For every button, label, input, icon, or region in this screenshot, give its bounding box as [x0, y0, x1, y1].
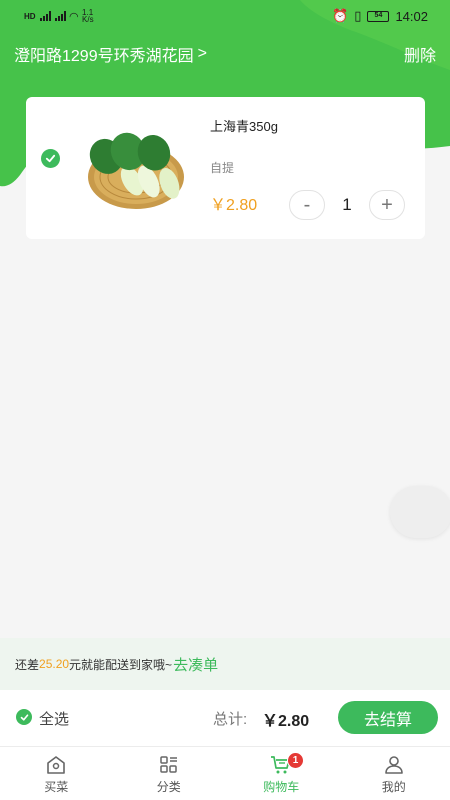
address-text: 澄阳路1299号环秀湖花园 [14, 48, 194, 65]
delete-button[interactable]: 删除 [404, 42, 436, 66]
item-checkbox[interactable] [41, 149, 60, 168]
select-all-checkbox[interactable] [16, 709, 32, 725]
add-more-link[interactable]: 去凑单 [173, 654, 218, 675]
promo-suffix: 元就能配送到家哦~ [69, 657, 173, 672]
promo-prefix: 还差 [15, 657, 40, 672]
network-indicators: HD ◠ 1.1 K/s [24, 8, 94, 24]
tab-label: 分类 [156, 780, 181, 794]
increase-quantity-button[interactable]: + [369, 190, 405, 220]
chevron-right-icon: > [197, 45, 207, 62]
product-name[interactable]: 上海青350g [210, 116, 278, 135]
profile-icon [384, 756, 403, 774]
battery-icon: 54 [367, 10, 390, 22]
product-price: ￥2.80 [210, 197, 258, 214]
vibrate-icon: ▯ [354, 8, 362, 23]
status-right: ⏰ ▯ 54 14:02 [332, 8, 428, 24]
clock: 14:02 [395, 8, 428, 24]
signal-icon-2 [54, 11, 66, 21]
tab-profile[interactable]: 我的 [338, 747, 450, 800]
tab-label: 购物车 [263, 780, 300, 794]
promo-amount: 25.20 [39, 657, 70, 671]
signal-icon [39, 11, 51, 21]
status-bar: HD ◠ 1.1 K/s ⏰ ▯ 54 14:02 [0, 0, 450, 32]
promo-bar: 还差 25.20 元就能配送到家哦~ 去凑单 [0, 638, 450, 690]
home-icon [47, 756, 66, 774]
tab-cart[interactable]: 购物车 1 [225, 747, 338, 800]
check-icon [20, 713, 28, 721]
topbar: 澄阳路1299号环秀湖花园 > 删除 [0, 38, 450, 70]
delivery-method: 自提 [210, 161, 235, 175]
net-speed: 1.1 K/s [82, 8, 94, 24]
bottom-tab-bar: 买菜 分类 购物车 1 我的 [0, 746, 450, 800]
category-icon [160, 756, 177, 773]
cart-item: 上海青350g 自提 ￥2.80 - 1 + [26, 97, 425, 239]
decrease-quantity-button[interactable]: - [289, 190, 325, 220]
checkout-bar: 全选 总计: ￥2.80 去结算 [0, 690, 450, 746]
cart-count-badge: 1 [287, 752, 304, 769]
bok-choy-image[interactable] [84, 117, 188, 217]
tab-label: 买菜 [44, 780, 69, 794]
alarm-icon: ⏰ [332, 8, 349, 23]
tab-home[interactable]: 买菜 [0, 747, 113, 800]
hd-icon: HD [24, 11, 36, 21]
checkout-button[interactable]: 去结算 [338, 701, 438, 734]
tab-category[interactable]: 分类 [113, 747, 226, 800]
floating-assist-button[interactable] [390, 486, 450, 538]
total-value: ￥2.80 [262, 713, 310, 730]
select-all-label[interactable]: 全选 [39, 708, 69, 729]
check-icon [45, 154, 56, 163]
wifi-icon: ◠ [69, 10, 79, 23]
quantity-value: 1 [342, 195, 352, 214]
tab-label: 我的 [381, 780, 406, 794]
address-selector[interactable]: 澄阳路1299号环秀湖花园 > [14, 42, 207, 66]
total-label: 总计: [213, 711, 248, 728]
